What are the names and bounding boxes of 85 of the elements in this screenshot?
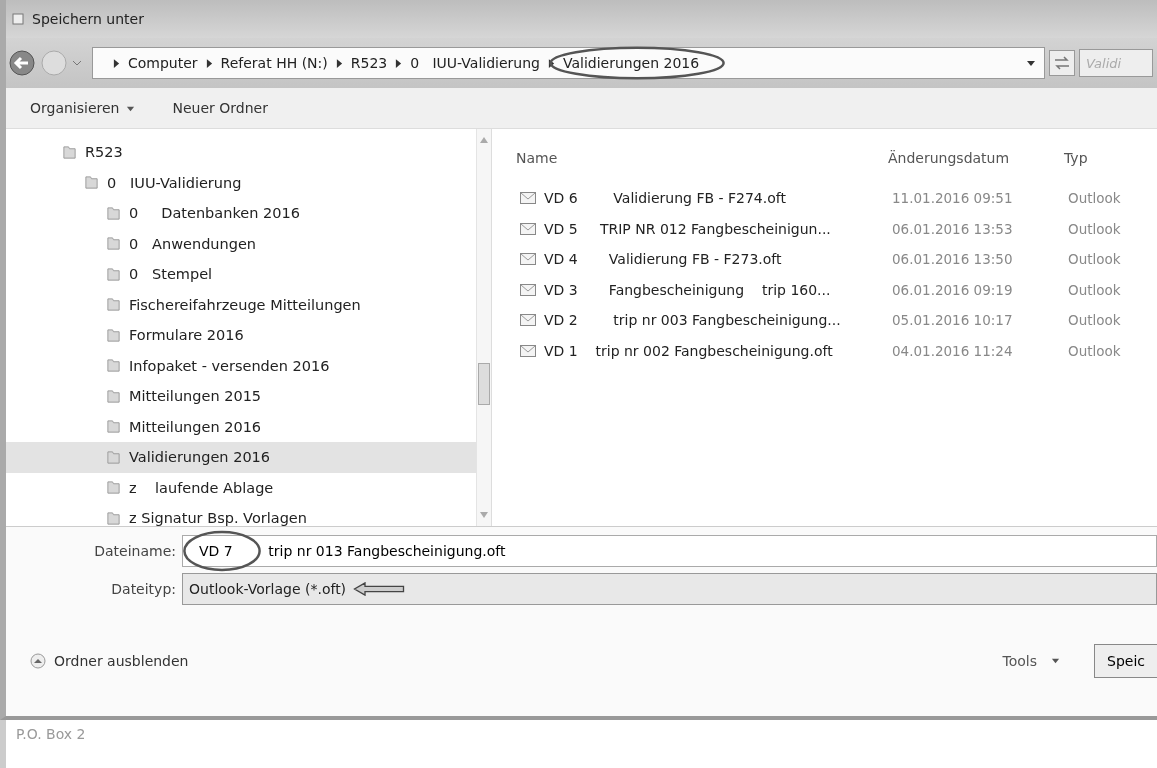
- folder-icon: [106, 449, 121, 465]
- file-name[interactable]: VD 5 TRIP NR 012 Fangbescheinigun...: [544, 220, 831, 237]
- tools-button[interactable]: Tools: [996, 651, 1066, 670]
- window-icon: [12, 13, 24, 25]
- scroll-up-icon[interactable]: [480, 137, 488, 143]
- dropdown-caret-icon[interactable]: [1026, 58, 1036, 68]
- file-date: 06.01.2016 13:50: [892, 251, 1014, 268]
- file-type: Outlook: [1068, 190, 1122, 207]
- filetype-dropdown[interactable]: Outlook-Vorlage (*.oft): [182, 573, 1157, 605]
- caret-icon: [1051, 656, 1060, 665]
- folder-icon: [106, 480, 121, 496]
- file-type: Outlook: [1068, 342, 1122, 359]
- file-type: Outlook: [1068, 251, 1122, 268]
- folder-tree-item[interactable]: z Signatur Bsp. Vorlagen: [6, 503, 476, 534]
- folder-tree-item[interactable]: Validierungen 2016: [6, 442, 476, 473]
- file-type: Outlook: [1068, 281, 1122, 298]
- chevron-icon: [113, 58, 120, 68]
- field-label: Dateiname:: [93, 543, 177, 559]
- file-name[interactable]: VD 6 Validierung FB - F274.oft: [544, 190, 786, 207]
- chevron-icon: [395, 58, 403, 68]
- breadcrumb-item[interactable]: Referat HH (N:): [220, 55, 328, 71]
- folder-tree-item[interactable]: Infopaket - versenden 2016: [6, 350, 476, 381]
- scrollbar[interactable]: [476, 129, 492, 526]
- toolbar-button[interactable]: Neuer Ordner: [168, 96, 272, 120]
- file-date: 06.01.2016 09:19: [892, 281, 1014, 298]
- filename-field[interactable]: VD 7 trip nr 013 Fangbescheinigung.oft: [182, 535, 1157, 567]
- file-type: Outlook: [1068, 312, 1122, 329]
- chevron-icon: [547, 58, 555, 68]
- save-button[interactable]: Speic: [1094, 643, 1157, 678]
- envelope-icon: [520, 253, 536, 266]
- folder-tree-item[interactable]: Fischereifahrzeuge Mitteilungen: [6, 289, 476, 320]
- envelope-icon: [520, 192, 536, 205]
- toolbar-button[interactable]: Organisieren: [26, 96, 139, 120]
- file-name[interactable]: VD 4 Validierung FB - F273.oft: [544, 251, 782, 268]
- column-header[interactable]: Änderungsdatum: [888, 150, 1064, 166]
- back-icon[interactable]: [8, 49, 36, 77]
- folder-icon: [84, 175, 99, 191]
- folder-icon: [106, 419, 121, 435]
- folder-tree-item[interactable]: 0 Stempel: [6, 259, 476, 290]
- refresh-icon[interactable]: [1049, 50, 1075, 76]
- field-label: Dateityp:: [110, 581, 177, 597]
- folder-tree-item[interactable]: 0 Anwendungen: [6, 228, 476, 259]
- folder-tree-item[interactable]: Mitteilungen 2016: [6, 411, 476, 442]
- folder-tree-item[interactable]: z laufende Ablage: [6, 472, 476, 503]
- hide-folders-button[interactable]: Ordner ausblenden: [24, 651, 195, 670]
- history-caret-icon[interactable]: [72, 58, 82, 68]
- file-name[interactable]: VD 2 trip nr 003 Fangbescheinigung...: [544, 312, 841, 329]
- folder-tree-item[interactable]: Mitteilungen 2015: [6, 381, 476, 412]
- caption-text: P.O. Box 2: [16, 726, 86, 742]
- file-name[interactable]: VD 3 Fangbescheinigung trip 160...: [544, 281, 831, 298]
- collapse-icon: [30, 652, 46, 669]
- folder-tree-item[interactable]: Formulare 2016: [6, 320, 476, 351]
- search-field[interactable]: Validi: [1079, 49, 1153, 77]
- window-title: Speichern unter: [32, 11, 144, 27]
- breadcrumb-item[interactable]: Computer: [128, 55, 198, 71]
- file-name[interactable]: VD 1 trip nr 002 Fangbescheinigung.oft: [544, 342, 833, 359]
- file-date: 11.01.2016 09:51: [892, 190, 1014, 207]
- chevron-icon: [205, 58, 213, 68]
- envelope-icon: [520, 344, 536, 357]
- column-header[interactable]: Name: [516, 150, 888, 166]
- scroll-down-icon[interactable]: [480, 512, 488, 518]
- folder-icon: [106, 297, 121, 313]
- envelope-icon: [520, 314, 536, 327]
- column-header[interactable]: Typ: [1064, 150, 1124, 166]
- breadcrumb-item[interactable]: 0 IUU-Validierung: [410, 55, 540, 71]
- folder-icon: [62, 144, 77, 160]
- folder-tree-item[interactable]: 0 IUU-Validierung: [6, 167, 476, 198]
- folder-icon: [106, 358, 121, 374]
- breadcrumb-item[interactable]: R523: [350, 55, 388, 71]
- folder-icon: [106, 388, 121, 404]
- file-date: 05.01.2016 10:17: [892, 312, 1014, 329]
- envelope-icon: [520, 222, 536, 235]
- folder-icon: [106, 266, 121, 282]
- folder-icon: [106, 236, 121, 252]
- file-type: Outlook: [1068, 220, 1122, 237]
- folder-tree-item[interactable]: R523: [6, 137, 476, 168]
- address-bar[interactable]: Computer Referat HH (N:) R523 0 IUU-Validierung Validierungen 2016: [92, 47, 1045, 79]
- envelope-icon: [520, 283, 536, 296]
- scroll-thumb[interactable]: [478, 363, 490, 405]
- chevron-icon: [335, 58, 343, 68]
- folder-tree-item[interactable]: 0 Datenbanken 2016: [6, 198, 476, 229]
- file-date: 04.01.2016 11:24: [892, 342, 1014, 359]
- folder-icon: [106, 327, 121, 343]
- folder-icon: [106, 205, 121, 221]
- file-date: 06.01.2016 13:53: [892, 220, 1014, 237]
